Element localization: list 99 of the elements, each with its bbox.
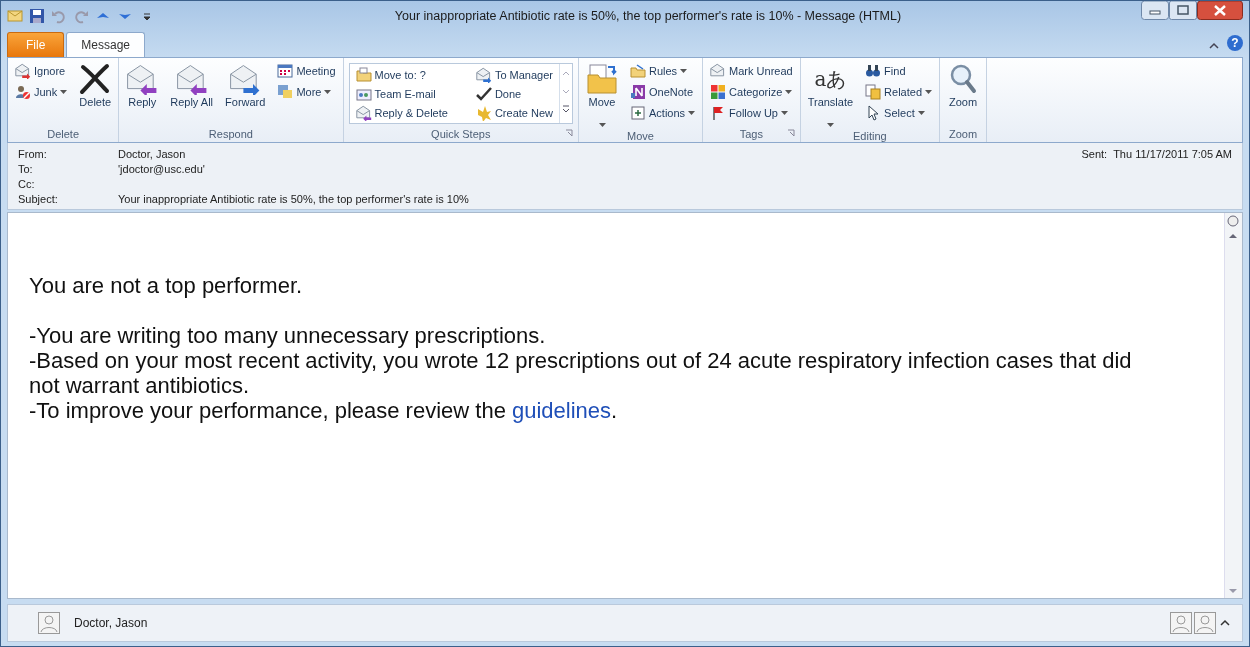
- avatar-icon: [1170, 612, 1192, 634]
- mail-reply-icon: [126, 63, 159, 95]
- ribbon-button[interactable]: Follow Up: [708, 103, 795, 123]
- caret-icon: [60, 90, 68, 94]
- ribbon-button[interactable]: Move: [584, 61, 620, 129]
- message-text: -You are writing too many unnecessary prescriptions.: [29, 323, 547, 348]
- redo-icon: [73, 8, 89, 24]
- message-text: -Based on your most recent activity, you wrote 12 prescriptions out of 24 acute respiratory infection cases that did not warrant antibiotics.: [29, 348, 1133, 398]
- group-label: Move: [627, 129, 654, 142]
- mail-reply-icon: [355, 105, 372, 121]
- mail-open-icon: [710, 63, 727, 79]
- avatar-icon: [38, 612, 60, 634]
- ribbon-button[interactable]: Select: [863, 103, 935, 123]
- field-label: From:: [18, 148, 48, 161]
- ribbon-button[interactable]: aあ Translate: [805, 61, 856, 129]
- mail-reply-all-icon: [175, 63, 208, 95]
- color-grid-icon: [710, 84, 727, 100]
- field-label: Cc:: [18, 178, 36, 191]
- reading-icon[interactable]: [1225, 213, 1241, 229]
- mail-ignore-icon: [15, 63, 31, 79]
- ribbon-button[interactable]: Actions: [628, 103, 698, 123]
- calendar-icon: [277, 63, 294, 79]
- field-label: To:: [18, 163, 34, 176]
- ribbon-button[interactable]: Categorize: [708, 82, 795, 102]
- ribbon-button[interactable]: Zoom: [945, 61, 982, 123]
- group-label: Quick Steps: [431, 127, 491, 140]
- ribbon-button[interactable]: Mark Unread: [708, 61, 795, 81]
- field-value: Your inappropriate Antibiotic rate is 50%, the top performer's rate is 10%: [118, 193, 470, 206]
- ribbon-button[interactable]: Done: [473, 84, 555, 104]
- ribbon-button[interactable]: OneNote: [628, 82, 698, 102]
- ribbon-button[interactable]: Forward: [223, 61, 268, 123]
- ribbon-button[interactable]: To Manager: [473, 65, 555, 85]
- ribbon-button[interactable]: Junk: [13, 82, 70, 102]
- ribbon-button[interactable]: Team E-mail: [353, 84, 450, 104]
- sent-value: Thu 11/17/2011 7:05 AM: [1113, 148, 1232, 161]
- field-label: Subject:: [18, 193, 59, 206]
- message-text: -To improve your performance, please review the guidelines.: [29, 398, 619, 423]
- ribbon-button[interactable]: Related: [863, 82, 935, 102]
- sparkle-icon: [475, 105, 492, 121]
- folder-icon: [355, 67, 372, 83]
- ribbon-button[interactable]: Reply: [124, 61, 161, 123]
- caret-icon: [324, 90, 332, 94]
- folder-move-icon: [586, 63, 618, 95]
- undo-icon: [51, 8, 67, 24]
- expand-icon[interactable]: [1218, 618, 1232, 628]
- ribbon-button[interactable]: More: [275, 82, 338, 102]
- contact-name: Doctor, Jason: [74, 616, 149, 630]
- group-label: Delete: [47, 127, 79, 140]
- window-title: Your inappropriate Antibiotic rate is 50%, the top performer's rate is 10% - Message (HTML): [393, 9, 903, 23]
- more-icon: [277, 84, 294, 100]
- ribbon-button[interactable]: Move to: ?: [353, 65, 450, 85]
- ribbon-tab[interactable]: Message: [66, 32, 146, 57]
- maximize-icon[interactable]: [1169, 1, 1197, 20]
- sent-label: Sent:: [1081, 148, 1108, 161]
- field-value: 'jdoctor@usc.edu': [118, 163, 206, 176]
- message-text: You are not a top performer.: [29, 273, 304, 298]
- notebook-icon: [630, 84, 646, 100]
- checkmark-icon: [475, 86, 492, 102]
- save-icon: [29, 8, 45, 24]
- folder-icon: [630, 63, 646, 79]
- group-label: Tags: [739, 127, 763, 140]
- ribbon-button[interactable]: Reply & Delete: [353, 103, 450, 123]
- ribbon-button[interactable]: Ignore: [13, 61, 70, 81]
- translate-icon: aあ: [814, 63, 847, 95]
- ribbon-button[interactable]: Create New: [473, 103, 555, 123]
- documents-icon: [865, 84, 882, 100]
- caret-icon: [598, 123, 606, 127]
- close-icon[interactable]: [1197, 1, 1243, 20]
- junk-icon: [15, 84, 31, 100]
- minimize-icon[interactable]: [1141, 1, 1169, 20]
- caret-icon: [826, 123, 834, 127]
- caret-icon: [925, 90, 933, 94]
- mail-forward-icon: [229, 63, 262, 95]
- mail-forward-icon: [475, 67, 492, 83]
- group-label: Zoom: [948, 127, 978, 140]
- collapse-ribbon-icon[interactable]: [1209, 42, 1219, 49]
- ribbon-button[interactable]: Meeting: [275, 61, 338, 81]
- field-value: Doctor, Jason: [118, 148, 187, 161]
- actions-icon: [630, 105, 646, 121]
- group-label: Editing: [853, 129, 887, 142]
- dialog-launcher-icon[interactable]: [786, 129, 795, 137]
- delete-icon: [79, 63, 112, 95]
- ribbon-button[interactable]: Rules: [628, 61, 698, 81]
- caret-icon: [785, 90, 793, 94]
- envelope-icon: [7, 8, 23, 24]
- binoculars-icon: [865, 63, 882, 79]
- link[interactable]: guidelines: [512, 398, 612, 423]
- dialog-launcher-icon[interactable]: [565, 129, 573, 137]
- team-mail-icon: [355, 86, 372, 102]
- caret-icon: [688, 111, 696, 115]
- caret-icon: [680, 69, 688, 73]
- avatar-icon: [1194, 612, 1216, 634]
- group-label: Respond: [208, 127, 253, 140]
- help-button[interactable]: ?: [1227, 35, 1243, 51]
- ribbon-button[interactable]: Reply All: [168, 61, 216, 123]
- ribbon-button[interactable]: Delete: [77, 61, 114, 123]
- ribbon-button[interactable]: Find: [863, 61, 935, 81]
- caret-icon: [781, 111, 788, 115]
- caret-icon: [917, 111, 925, 115]
